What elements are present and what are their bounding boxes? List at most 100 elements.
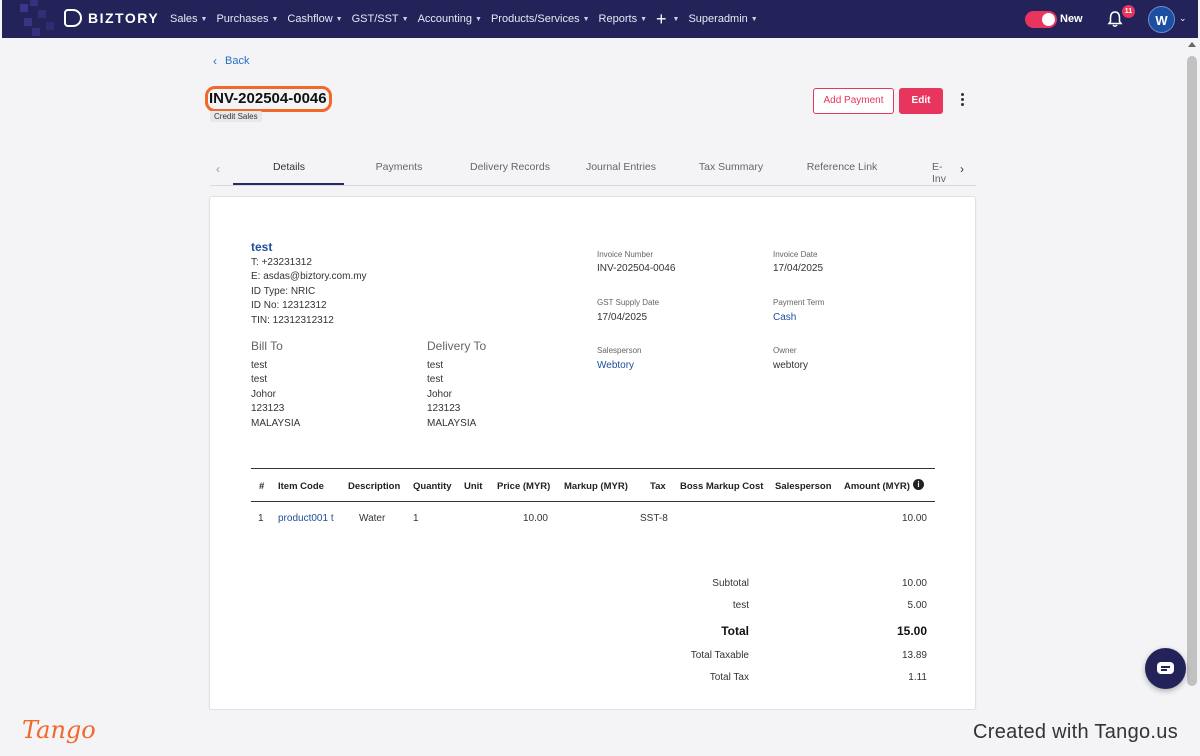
nav-cashflow[interactable]: Cashflow ▼ bbox=[287, 13, 342, 25]
invoice-detail-card: test T: +23231312 E: asdas@biztory.com.m… bbox=[209, 196, 976, 710]
delivery-to-line: Johor bbox=[427, 389, 453, 400]
salesperson-label: Salesperson bbox=[597, 346, 642, 355]
tab-payments[interactable]: Payments bbox=[344, 161, 454, 173]
nav-reports-label: Reports bbox=[598, 13, 638, 25]
back-link[interactable]: ‹ Back bbox=[213, 54, 249, 68]
nav-cashflow-label: Cashflow bbox=[287, 13, 333, 25]
more-options-icon[interactable] bbox=[958, 93, 966, 109]
column-header-price: Price (MYR) bbox=[497, 481, 551, 492]
row-description: Water bbox=[359, 513, 386, 524]
row-quantity: 1 bbox=[413, 513, 419, 524]
nav-products-services[interactable]: Products/Services ▼ bbox=[491, 13, 590, 25]
delivery-to-line: test bbox=[427, 360, 444, 371]
invoice-date-label: Invoice Date bbox=[773, 250, 818, 259]
nav-sales-label: Sales bbox=[170, 13, 198, 25]
column-header-number: # bbox=[259, 481, 265, 492]
edit-button[interactable]: Edit bbox=[899, 88, 943, 114]
nav-sales[interactable]: Sales ▼ bbox=[170, 13, 207, 25]
nav-superadmin-label: Superadmin bbox=[688, 13, 748, 25]
tab-e-invoice[interactable]: E-Inv bbox=[932, 161, 954, 185]
tango-logo: Tango bbox=[22, 716, 96, 744]
caret-down-icon: ▼ bbox=[200, 15, 208, 23]
brand-logo[interactable]: BIZTORY bbox=[64, 9, 159, 27]
tab-reference-link[interactable]: Reference Link bbox=[787, 161, 897, 173]
tabs-scroll-right-icon[interactable]: › bbox=[960, 162, 964, 176]
customer-id-type: ID Type: NRIC bbox=[251, 286, 316, 297]
payment-term-label: Payment Term bbox=[773, 298, 825, 307]
page-title: INV-202504-0046 bbox=[209, 90, 327, 107]
brand-mark-icon bbox=[64, 9, 82, 27]
chevron-left-icon: ‹ bbox=[213, 54, 217, 68]
nav-purchases[interactable]: Purchases ▼ bbox=[216, 13, 278, 25]
row-number: 1 bbox=[258, 513, 264, 524]
extra-charge-value: 5.00 bbox=[907, 600, 927, 611]
page-scrollbar[interactable] bbox=[1184, 38, 1200, 710]
nav-products-services-label: Products/Services bbox=[490, 13, 580, 25]
column-header-boss-markup-cost: Boss Markup Cost bbox=[680, 481, 764, 492]
nav-accounting[interactable]: Accounting ▼ bbox=[418, 13, 482, 25]
total-tax-label: Total Tax bbox=[709, 672, 749, 683]
row-amount: 10.00 bbox=[901, 513, 927, 524]
salesperson-value[interactable]: Webtory bbox=[597, 360, 634, 371]
column-header-description: Description bbox=[348, 481, 401, 492]
chat-support-button[interactable] bbox=[1145, 648, 1186, 689]
user-avatar[interactable]: W bbox=[1148, 6, 1175, 33]
nav-gst-sst[interactable]: GST/SST ▼ bbox=[352, 13, 409, 25]
info-icon[interactable]: i bbox=[913, 479, 924, 490]
nav-reports[interactable]: Reports ▼ bbox=[599, 13, 647, 25]
bill-to-line: MALAYSIA bbox=[251, 418, 301, 429]
nav-superadmin[interactable]: Superadmin ▼ bbox=[688, 13, 757, 25]
new-ui-toggle[interactable] bbox=[1025, 11, 1057, 28]
scroll-up-arrow-icon[interactable] bbox=[1188, 42, 1196, 47]
table-top-border bbox=[251, 468, 935, 469]
table-header-divider bbox=[251, 501, 935, 502]
nav-quick-add[interactable]: + ▼ bbox=[656, 10, 679, 28]
payment-term-value[interactable]: Cash bbox=[773, 312, 796, 323]
customer-phone: T: +23231312 bbox=[251, 257, 312, 268]
caret-down-icon: ▼ bbox=[475, 15, 482, 23]
logo-pixel-decoration bbox=[2, 0, 72, 38]
nav-purchases-label: Purchases bbox=[216, 13, 269, 25]
row-item-code[interactable]: product001 t bbox=[278, 513, 334, 524]
chat-icon bbox=[1157, 662, 1174, 674]
bill-to-line: 123123 bbox=[251, 403, 285, 414]
gst-supply-date-value: 17/04/2025 bbox=[597, 312, 648, 323]
footer-credit: Created with Tango.us bbox=[973, 721, 1178, 743]
caret-down-icon: ▼ bbox=[271, 15, 279, 23]
delivery-to-line: test bbox=[427, 374, 444, 385]
tabs-scroll-left-icon[interactable]: ‹ bbox=[216, 162, 220, 176]
bill-to-line: test bbox=[251, 374, 268, 385]
new-ui-toggle-label: New bbox=[1060, 13, 1083, 25]
plus-icon: + bbox=[656, 9, 667, 29]
caret-down-icon: ▼ bbox=[401, 15, 409, 23]
delivery-to-line: 123123 bbox=[427, 403, 461, 414]
customer-email: E: asdas@biztory.com.my bbox=[251, 271, 367, 282]
owner-label: Owner bbox=[773, 346, 797, 355]
tab-details[interactable]: Details bbox=[234, 161, 344, 173]
active-tab-indicator bbox=[233, 183, 344, 185]
tab-journal-entries[interactable]: Journal Entries bbox=[566, 161, 676, 173]
notification-count-badge: 11 bbox=[1122, 5, 1135, 18]
invoice-type-badge: Credit Sales bbox=[210, 111, 262, 122]
caret-down-icon: ▼ bbox=[750, 15, 758, 23]
gst-supply-date-label: GST Supply Date bbox=[597, 298, 660, 307]
bill-to-line: Johor bbox=[251, 389, 277, 400]
bell-icon[interactable] bbox=[1107, 10, 1123, 28]
tango-footer: Tango Created with Tango.us bbox=[0, 710, 1200, 756]
bill-to-heading: Bill To bbox=[251, 339, 283, 353]
tab-delivery-records[interactable]: Delivery Records bbox=[455, 161, 565, 173]
extra-charge-label: test bbox=[732, 600, 749, 611]
nav-gst-sst-label: GST/SST bbox=[351, 13, 399, 25]
chevron-down-icon[interactable]: ⌄ bbox=[1179, 13, 1187, 24]
add-payment-button[interactable]: Add Payment bbox=[813, 88, 894, 114]
subtotal-label: Subtotal bbox=[712, 578, 749, 589]
total-tax-value: 1.11 bbox=[908, 672, 927, 683]
customer-name[interactable]: test bbox=[251, 240, 272, 254]
customer-tin: TIN: 12312312312 bbox=[251, 315, 334, 326]
back-label: Back bbox=[225, 55, 250, 67]
scroll-thumb[interactable] bbox=[1187, 56, 1197, 686]
column-header-amount: Amount (MYR) bbox=[844, 481, 910, 492]
brand-name: BIZTORY bbox=[88, 10, 160, 26]
tab-tax-summary[interactable]: Tax Summary bbox=[676, 161, 786, 173]
total-taxable-value: 13.89 bbox=[901, 650, 927, 661]
